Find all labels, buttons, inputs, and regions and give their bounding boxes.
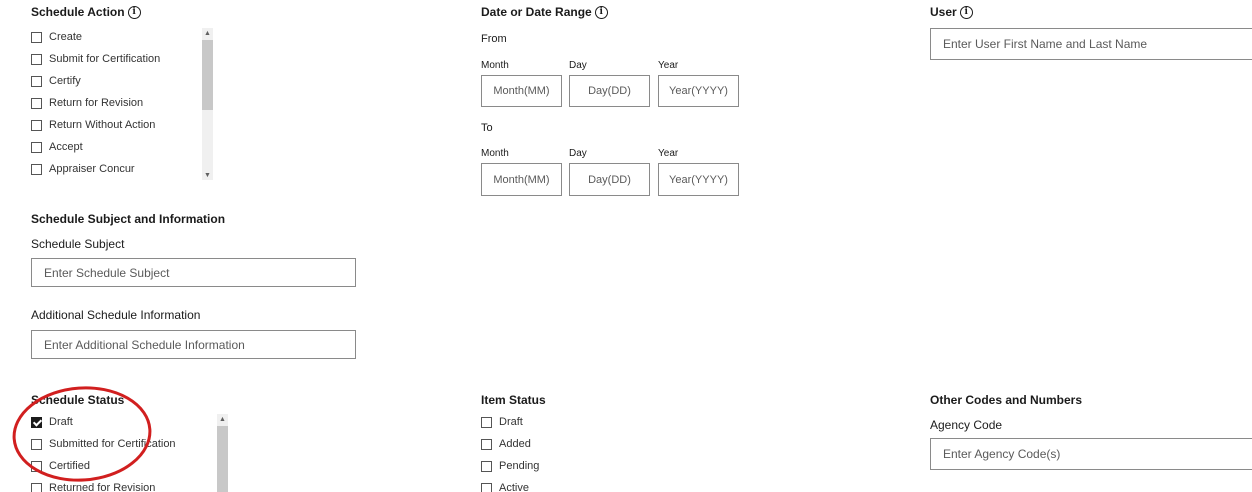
checkbox-item-active[interactable]: Active (481, 477, 631, 492)
from-day-input[interactable] (569, 75, 650, 107)
user-heading: User i (930, 5, 973, 19)
checkbox[interactable] (31, 31, 42, 43)
schedule-subject-label: Schedule Subject (31, 237, 125, 251)
checkbox-item-create[interactable]: Create (31, 26, 201, 48)
checkbox-label: Draft (499, 416, 523, 428)
checkbox-item-return-for-revision[interactable]: Return for Revision (31, 92, 201, 114)
from-label: From (481, 33, 507, 45)
checkbox-item-draft[interactable]: Draft (481, 411, 631, 433)
to-year-label: Year (658, 148, 679, 159)
to-year-input[interactable] (658, 163, 739, 196)
checkbox[interactable] (481, 438, 492, 450)
schedule-action-scrollbar[interactable]: ▲ ▼ (202, 28, 213, 180)
checkbox[interactable] (31, 141, 42, 153)
checkbox-item-certify[interactable]: Certify (31, 70, 201, 92)
checkbox[interactable] (31, 97, 42, 109)
to-day-label: Day (569, 148, 587, 159)
checkbox-label: Certify (49, 75, 81, 87)
checkbox-item-accept[interactable]: Accept (31, 136, 201, 158)
schedule-action-list[interactable]: Create Submit for Certification Certify … (31, 26, 201, 182)
annotation-circle (12, 386, 152, 482)
scrollbar-thumb[interactable] (202, 40, 213, 110)
scroll-up-icon[interactable]: ▲ (217, 414, 228, 424)
to-day-input[interactable] (569, 163, 650, 196)
subject-info-title: Schedule Subject and Information (31, 212, 226, 226)
schedule-subject-input[interactable] (31, 258, 356, 287)
from-year-label: Year (658, 60, 679, 71)
schedule-status-scrollbar[interactable]: ▲ (217, 414, 228, 492)
checkbox-item-appraiser-concur[interactable]: Appraiser Concur (31, 158, 201, 180)
other-codes-heading: Other Codes and Numbers (930, 393, 1082, 407)
checkbox-label: Added (499, 438, 531, 450)
info-icon[interactable]: i (127, 5, 141, 19)
agency-code-input[interactable] (930, 438, 1252, 470)
checkbox[interactable] (31, 119, 42, 131)
schedule-action-heading: Schedule Action i (31, 5, 141, 19)
checkbox-label: Create (49, 31, 83, 43)
checkbox-label: Appraiser Concur (49, 163, 135, 175)
checkbox[interactable] (481, 460, 492, 472)
checkbox-label: Pending (499, 460, 540, 472)
subject-info-heading: Schedule Subject and Information (31, 212, 225, 226)
checkbox-label: Return for Revision (49, 97, 144, 109)
scrollbar-thumb[interactable] (217, 426, 228, 492)
additional-info-input[interactable] (31, 330, 356, 359)
from-year-input[interactable] (658, 75, 739, 107)
scroll-up-icon[interactable]: ▲ (202, 28, 213, 38)
checkbox-item-pending[interactable]: Pending (481, 455, 631, 477)
to-month-input[interactable] (481, 163, 562, 196)
item-status-list[interactable]: Draft Added Pending Active (481, 411, 631, 492)
checkbox[interactable] (481, 482, 492, 492)
from-day-label: Day (569, 60, 587, 71)
date-range-heading: Date or Date Range i (481, 5, 608, 19)
schedule-action-title: Schedule Action (31, 5, 125, 19)
checkbox-item-return-without-action[interactable]: Return Without Action (31, 114, 201, 136)
scroll-down-icon[interactable]: ▼ (202, 170, 213, 180)
other-codes-title: Other Codes and Numbers (930, 393, 1083, 407)
checkbox-label: Return Without Action (49, 119, 156, 131)
checkbox-item-submit-for-certification[interactable]: Submit for Certification (31, 48, 201, 70)
user-title: User (930, 5, 957, 19)
item-status-heading: Item Status (481, 393, 546, 407)
item-status-title: Item Status (481, 393, 546, 407)
info-icon[interactable]: i (959, 5, 973, 19)
checkbox-item-added[interactable]: Added (481, 433, 631, 455)
info-icon[interactable]: i (594, 5, 608, 19)
additional-info-label: Additional Schedule Information (31, 308, 201, 322)
checkbox-label: Accept (49, 141, 83, 153)
checkbox[interactable] (31, 163, 42, 175)
checkbox[interactable] (31, 53, 42, 65)
checkbox[interactable] (31, 75, 42, 87)
checkbox-label: Active (499, 482, 529, 492)
from-month-label: Month (481, 60, 509, 71)
date-range-title: Date or Date Range (481, 5, 592, 19)
from-month-input[interactable] (481, 75, 562, 107)
user-input[interactable] (930, 28, 1252, 60)
to-label: To (481, 122, 493, 134)
checkbox[interactable] (481, 416, 492, 428)
to-month-label: Month (481, 148, 509, 159)
checkbox-label: Submit for Certification (49, 53, 161, 65)
agency-code-label: Agency Code (930, 418, 1003, 432)
